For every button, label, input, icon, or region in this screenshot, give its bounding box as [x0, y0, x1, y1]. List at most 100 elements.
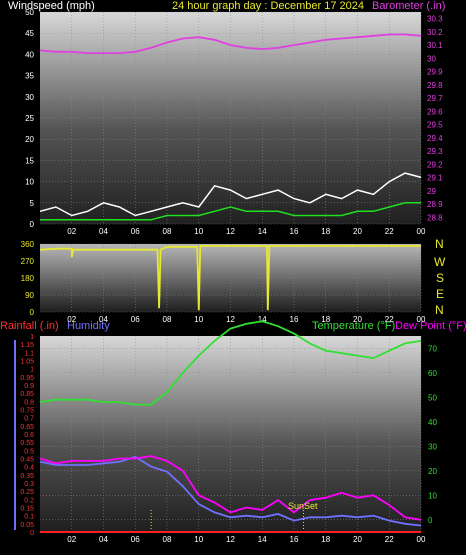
top-x-tick-label: 22	[385, 227, 394, 236]
windspeed-tick-label: 30	[25, 93, 34, 102]
bot-x-tick-label: 16	[290, 535, 299, 544]
barometer-tick-label: 30.1	[427, 41, 443, 50]
bot-x-tick-label: 10	[194, 535, 203, 544]
windspeed-tick-label: 15	[25, 156, 34, 165]
rainfall-tick-label: 0.8	[24, 399, 34, 406]
rainfall-tick-label: 1	[30, 334, 34, 341]
bottom-plot-area	[40, 336, 421, 532]
windspeed-tick-label: 5	[30, 199, 35, 208]
barometer-tick-label: 29.6	[427, 107, 443, 116]
temperature-tick-label: 30	[428, 442, 437, 451]
rainfall-tick-label: 0.7	[24, 416, 34, 423]
rainfall-tick-label: 0.45	[20, 457, 34, 464]
dir-x-tick-label: 10	[194, 315, 203, 324]
barometer-tick-label: 29.2	[427, 160, 443, 169]
weather-charts: 02 04 06 08 10 12 14 16 18 20 22 000510152025303540…	[14, 8, 443, 544]
sunset-label: SunSet	[288, 501, 318, 511]
dir-x-tick-label: 20	[353, 315, 362, 324]
top-x-tick-label: 02	[67, 227, 76, 236]
bot-x-tick-label: 20	[353, 535, 362, 544]
top-x-tick-label: 18	[321, 227, 330, 236]
rainfall-tick-label: 0.25	[20, 489, 34, 496]
windspeed-tick-label: 20	[25, 135, 34, 144]
bot-x-tick-label: 08	[163, 535, 172, 544]
rainfall-tick-label: 0.2	[24, 497, 34, 504]
rainfall-tick-label: 1.15	[20, 342, 34, 349]
bot-x-tick-label: 12	[226, 535, 235, 544]
temperature-tick-label: 0	[428, 516, 433, 525]
windspeed-tick-label: 25	[25, 114, 34, 123]
rainfall-tick-label: 0.75	[20, 408, 34, 415]
barometer-tick-label: 29.8	[427, 81, 443, 90]
bot-x-tick-label: 04	[99, 535, 108, 544]
temperature-tick-label: 60	[428, 369, 437, 378]
bot-x-tick-label: 06	[131, 535, 140, 544]
rainfall-tick-label: 0.95	[20, 375, 34, 382]
rainfall-tick-label: 0.35	[20, 473, 34, 480]
rainfall-tick-label: 0.3	[24, 481, 34, 488]
bot-x-tick-label: 18	[321, 535, 330, 544]
barometer-tick-label: 28.9	[427, 200, 443, 209]
windspeed-tick-label: 40	[25, 50, 34, 59]
temperature-tick-label: 40	[428, 418, 437, 427]
direction-tick-label: 90	[25, 291, 34, 300]
windspeed-tick-label: 10	[25, 178, 34, 187]
top-x-tick-label: 16	[290, 227, 299, 236]
dir-x-tick-label: 16	[290, 315, 299, 324]
bot-x-tick-label: 00	[417, 535, 426, 544]
bot-x-tick-label: 02	[67, 535, 76, 544]
dir-x-tick-label: 04	[99, 315, 108, 324]
windspeed-tick-label: 50	[25, 8, 34, 17]
dir-x-tick-label: 06	[131, 315, 140, 324]
dir-x-tick-label: 02	[67, 315, 76, 324]
top-x-tick-label: 06	[131, 227, 140, 236]
barometer-tick-label: 30.3	[427, 15, 443, 24]
barometer-tick-label: 30.2	[427, 28, 443, 37]
rainfall-tick-label: 0.15	[20, 506, 34, 513]
rainfall-tick-label: 0.5	[24, 448, 34, 455]
rainfall-tick-label: 0.9	[24, 383, 34, 390]
temperature-tick-label: 50	[428, 393, 437, 402]
dir-x-tick-label: 00	[417, 315, 426, 324]
windspeed-tick-label: 45	[25, 29, 34, 38]
barometer-tick-label: 29.7	[427, 94, 443, 103]
temperature-tick-label: 10	[428, 491, 437, 500]
direction-tick-label: 270	[21, 257, 35, 266]
rainfall-tick-label: 0	[30, 530, 34, 537]
rainfall-tick-label: 0.05	[20, 522, 34, 529]
rainfall-tick-label: 0.85	[20, 391, 34, 398]
temperature-tick-label: 70	[428, 344, 437, 353]
temperature-tick-label: 20	[428, 467, 437, 476]
dir-x-tick-label: 12	[226, 315, 235, 324]
barometer-tick-label: 29.3	[427, 147, 443, 156]
top-x-tick-label: 08	[163, 227, 172, 236]
rainfall-tick-label: 0.55	[20, 440, 34, 447]
dir-x-tick-label: 22	[385, 315, 394, 324]
rainfall-tick-label: 0.65	[20, 424, 34, 431]
direction-tick-label: 0	[30, 308, 35, 317]
top-x-tick-label: 20	[353, 227, 362, 236]
rainfall-tick-label: 1	[30, 367, 34, 374]
bot-x-tick-label: 14	[258, 535, 267, 544]
windspeed-tick-label: 0	[30, 220, 35, 229]
barometer-tick-label: 29.9	[427, 68, 443, 77]
barometer-tick-label: 29.4	[427, 134, 443, 143]
rainfall-tick-label: 0.4	[24, 465, 34, 472]
barometer-tick-label: 29.1	[427, 174, 443, 183]
rainfall-tick-label: 0.6	[24, 432, 34, 439]
rainfall-tick-label: 1.1	[24, 350, 34, 357]
barometer-tick-label: 30	[427, 54, 436, 63]
top-x-tick-label: 04	[99, 227, 108, 236]
top-x-tick-label: 12	[226, 227, 235, 236]
barometer-tick-label: 28.8	[427, 213, 443, 222]
rainfall-tick-label: 0.1	[24, 514, 34, 521]
barometer-tick-label: 29	[427, 187, 436, 196]
barometer-tick-label: 29.5	[427, 121, 443, 130]
windspeed-tick-label: 35	[25, 72, 34, 81]
direction-tick-label: 180	[21, 274, 35, 283]
top-x-tick-label: 14	[258, 227, 267, 236]
bot-x-tick-label: 22	[385, 535, 394, 544]
rainfall-tick-label: 1.05	[20, 359, 34, 366]
direction-tick-label: 360	[21, 240, 35, 249]
dir-x-tick-label: 08	[163, 315, 172, 324]
